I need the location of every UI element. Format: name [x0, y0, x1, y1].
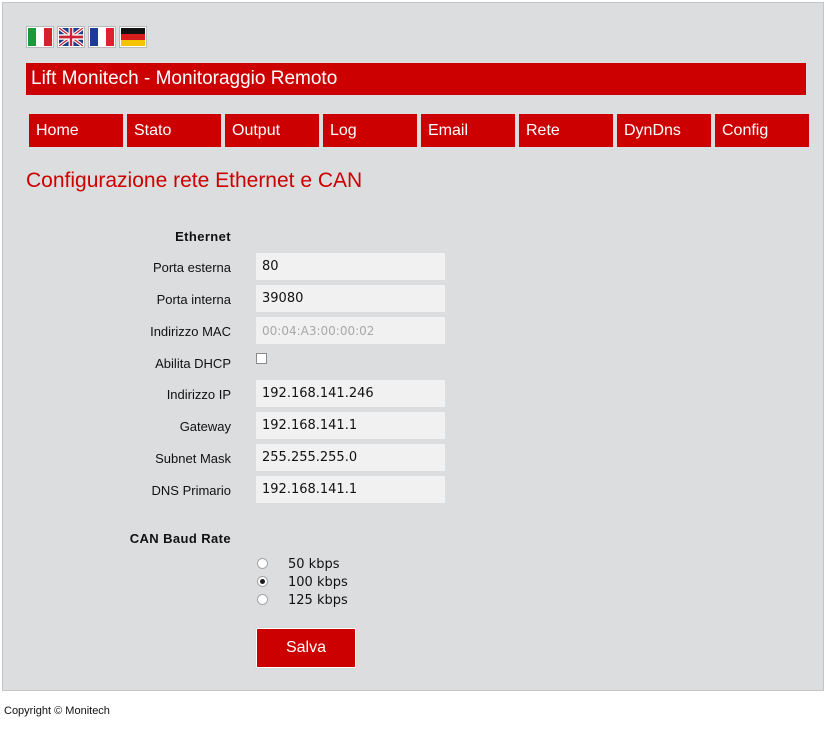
baud-100-radio[interactable]: [257, 576, 268, 587]
porta-interna-input[interactable]: [256, 285, 445, 312]
gateway-label: Gateway: [179, 419, 231, 434]
nav-item-log[interactable]: Log: [323, 114, 417, 147]
can-heading: CAN Baud Rate: [129, 531, 231, 546]
porta-interna-label: Porta interna: [156, 292, 231, 307]
mac-input: [256, 317, 445, 344]
nav-item-config[interactable]: Config: [715, 114, 809, 147]
subnet-input[interactable]: [256, 444, 445, 471]
baud-100-label: 100 kbps: [288, 575, 348, 590]
copyright-text: Copyright © Monitech: [4, 705, 110, 717]
nav-item-email[interactable]: Email: [421, 114, 515, 147]
dns-label: DNS Primario: [151, 483, 231, 498]
nav-item-output[interactable]: Output: [225, 114, 319, 147]
baud-125-radio[interactable]: [257, 594, 268, 605]
baud-50-label: 50 kbps: [288, 557, 340, 572]
nav-item-rete[interactable]: Rete: [519, 114, 613, 147]
main-panel: Lift Monitech - Monitoraggio Remoto Home…: [2, 2, 824, 691]
baud-50-radio[interactable]: [257, 558, 268, 569]
dns-input[interactable]: [256, 476, 445, 503]
ip-label: Indirizzo IP: [166, 387, 231, 402]
gateway-input[interactable]: [256, 412, 445, 439]
porta-esterna-label: Porta esterna: [152, 260, 231, 275]
porta-esterna-input[interactable]: [256, 253, 445, 280]
nav-item-dyndns[interactable]: DynDns: [617, 114, 711, 147]
save-button[interactable]: Salva: [256, 628, 356, 668]
subnet-label: Subnet Mask: [155, 451, 231, 466]
dhcp-checkbox[interactable]: [256, 353, 267, 364]
form-labels: Ethernet Porta esterna Porta interna Ind…: [3, 3, 231, 690]
baud-125-label: 125 kbps: [288, 593, 348, 608]
dhcp-label: Abilita DHCP: [155, 356, 231, 371]
ethernet-heading: Ethernet: [175, 229, 231, 244]
mac-label: Indirizzo MAC: [150, 324, 231, 339]
ip-input[interactable]: [256, 380, 445, 407]
